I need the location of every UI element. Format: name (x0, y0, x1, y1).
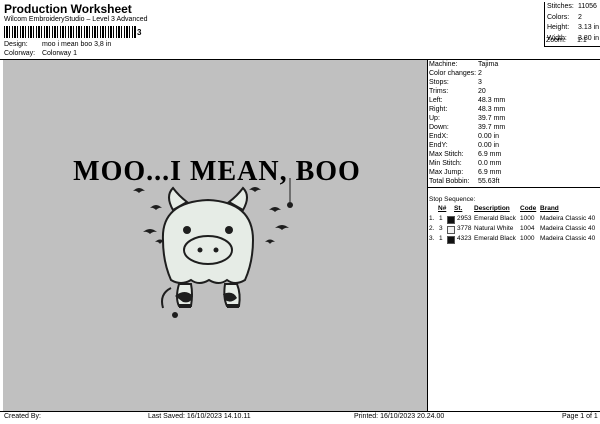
machine-info-panel: Machine: Tajima Color changes: 2 Stops: 3 T… (429, 60, 505, 186)
colorway-row: Colorway: Colorway 1 (4, 50, 77, 57)
info-row: Down: 39.7 mm (429, 124, 506, 131)
info-row: Color changes: 2 (429, 70, 482, 77)
summary-row: Height: 3.13 in (547, 24, 600, 31)
color-swatch (447, 216, 455, 224)
table-header: N# St. Description Code Brand (438, 205, 559, 212)
info-row: EndX: 0.00 in (429, 133, 500, 140)
info-row: Left: 48.3 mm (429, 97, 506, 104)
stop-sequence-label: Stop Sequence: (429, 196, 476, 203)
barcode (4, 26, 136, 38)
ghost-cow-illustration (161, 186, 255, 318)
design-value: moo i mean boo 3,8 in (41, 41, 112, 48)
colorway-label: Colorway: (4, 50, 36, 57)
info-row: Max Stitch: 6.9 mm (429, 151, 502, 158)
design-row: Design: moo i mean boo 3,8 in (4, 41, 111, 48)
panel-divider (427, 59, 428, 412)
last-saved: Last Saved: 16/10/2023 14.10.11 (148, 413, 251, 420)
spider-icon (287, 202, 293, 208)
design-label: Design: (4, 41, 28, 48)
info-row: Min Stitch: 0.0 mm (429, 160, 502, 167)
table-row: 3. 1 4323 Emerald Black 1000 Madeira Cla… (429, 235, 596, 244)
table-row: 1. 1 2953 Emerald Black 1000 Madeira Cla… (429, 215, 596, 224)
software-subtitle: Wilcom EmbroideryStudio – Level 3 Advanc… (4, 16, 148, 23)
info-row: Stops: 3 (429, 79, 482, 86)
printed-date: Printed: 16/10/2023 20.24.00 (354, 413, 445, 420)
table-row: 2. 3 3778 Natural White 1004 Madeira Cla… (429, 225, 596, 234)
color-swatch (447, 236, 455, 244)
info-row: Trims: 20 (429, 88, 486, 95)
design-preview: MOO...I MEAN, BOO (73, 156, 361, 318)
info-row: Max Jump: 6.9 mm (429, 169, 502, 176)
stop-sequence-table: Stop Sequence: N# St. Description Code B… (429, 195, 599, 244)
info-divider (428, 187, 600, 188)
info-row: Machine: Tajima (429, 61, 499, 68)
summary-row: Zoom: 1:1 (546, 37, 587, 44)
created-by: Created By: (4, 413, 41, 420)
barcode-value: 3 (137, 28, 142, 37)
design-canvas: MOO...I MEAN, BOO (3, 60, 427, 411)
color-swatch (447, 226, 455, 234)
info-row: Total Bobbin: 55.63ft (429, 178, 500, 185)
summary-row: Stitches: 11056 (547, 3, 597, 10)
colorway-value: Colorway 1 (41, 50, 77, 57)
info-row: EndY: 0.00 in (429, 142, 500, 149)
info-row: Up: 39.7 mm (429, 115, 506, 122)
footer-divider (0, 411, 600, 412)
design-text: MOO...I MEAN, BOO (73, 156, 361, 187)
page-number: Page 1 of 1 (562, 413, 598, 420)
info-row: Right: 48.3 mm (429, 106, 506, 113)
summary-row: Colors: 2 (547, 13, 582, 21)
worksheet-title: Production Worksheet (4, 2, 132, 16)
